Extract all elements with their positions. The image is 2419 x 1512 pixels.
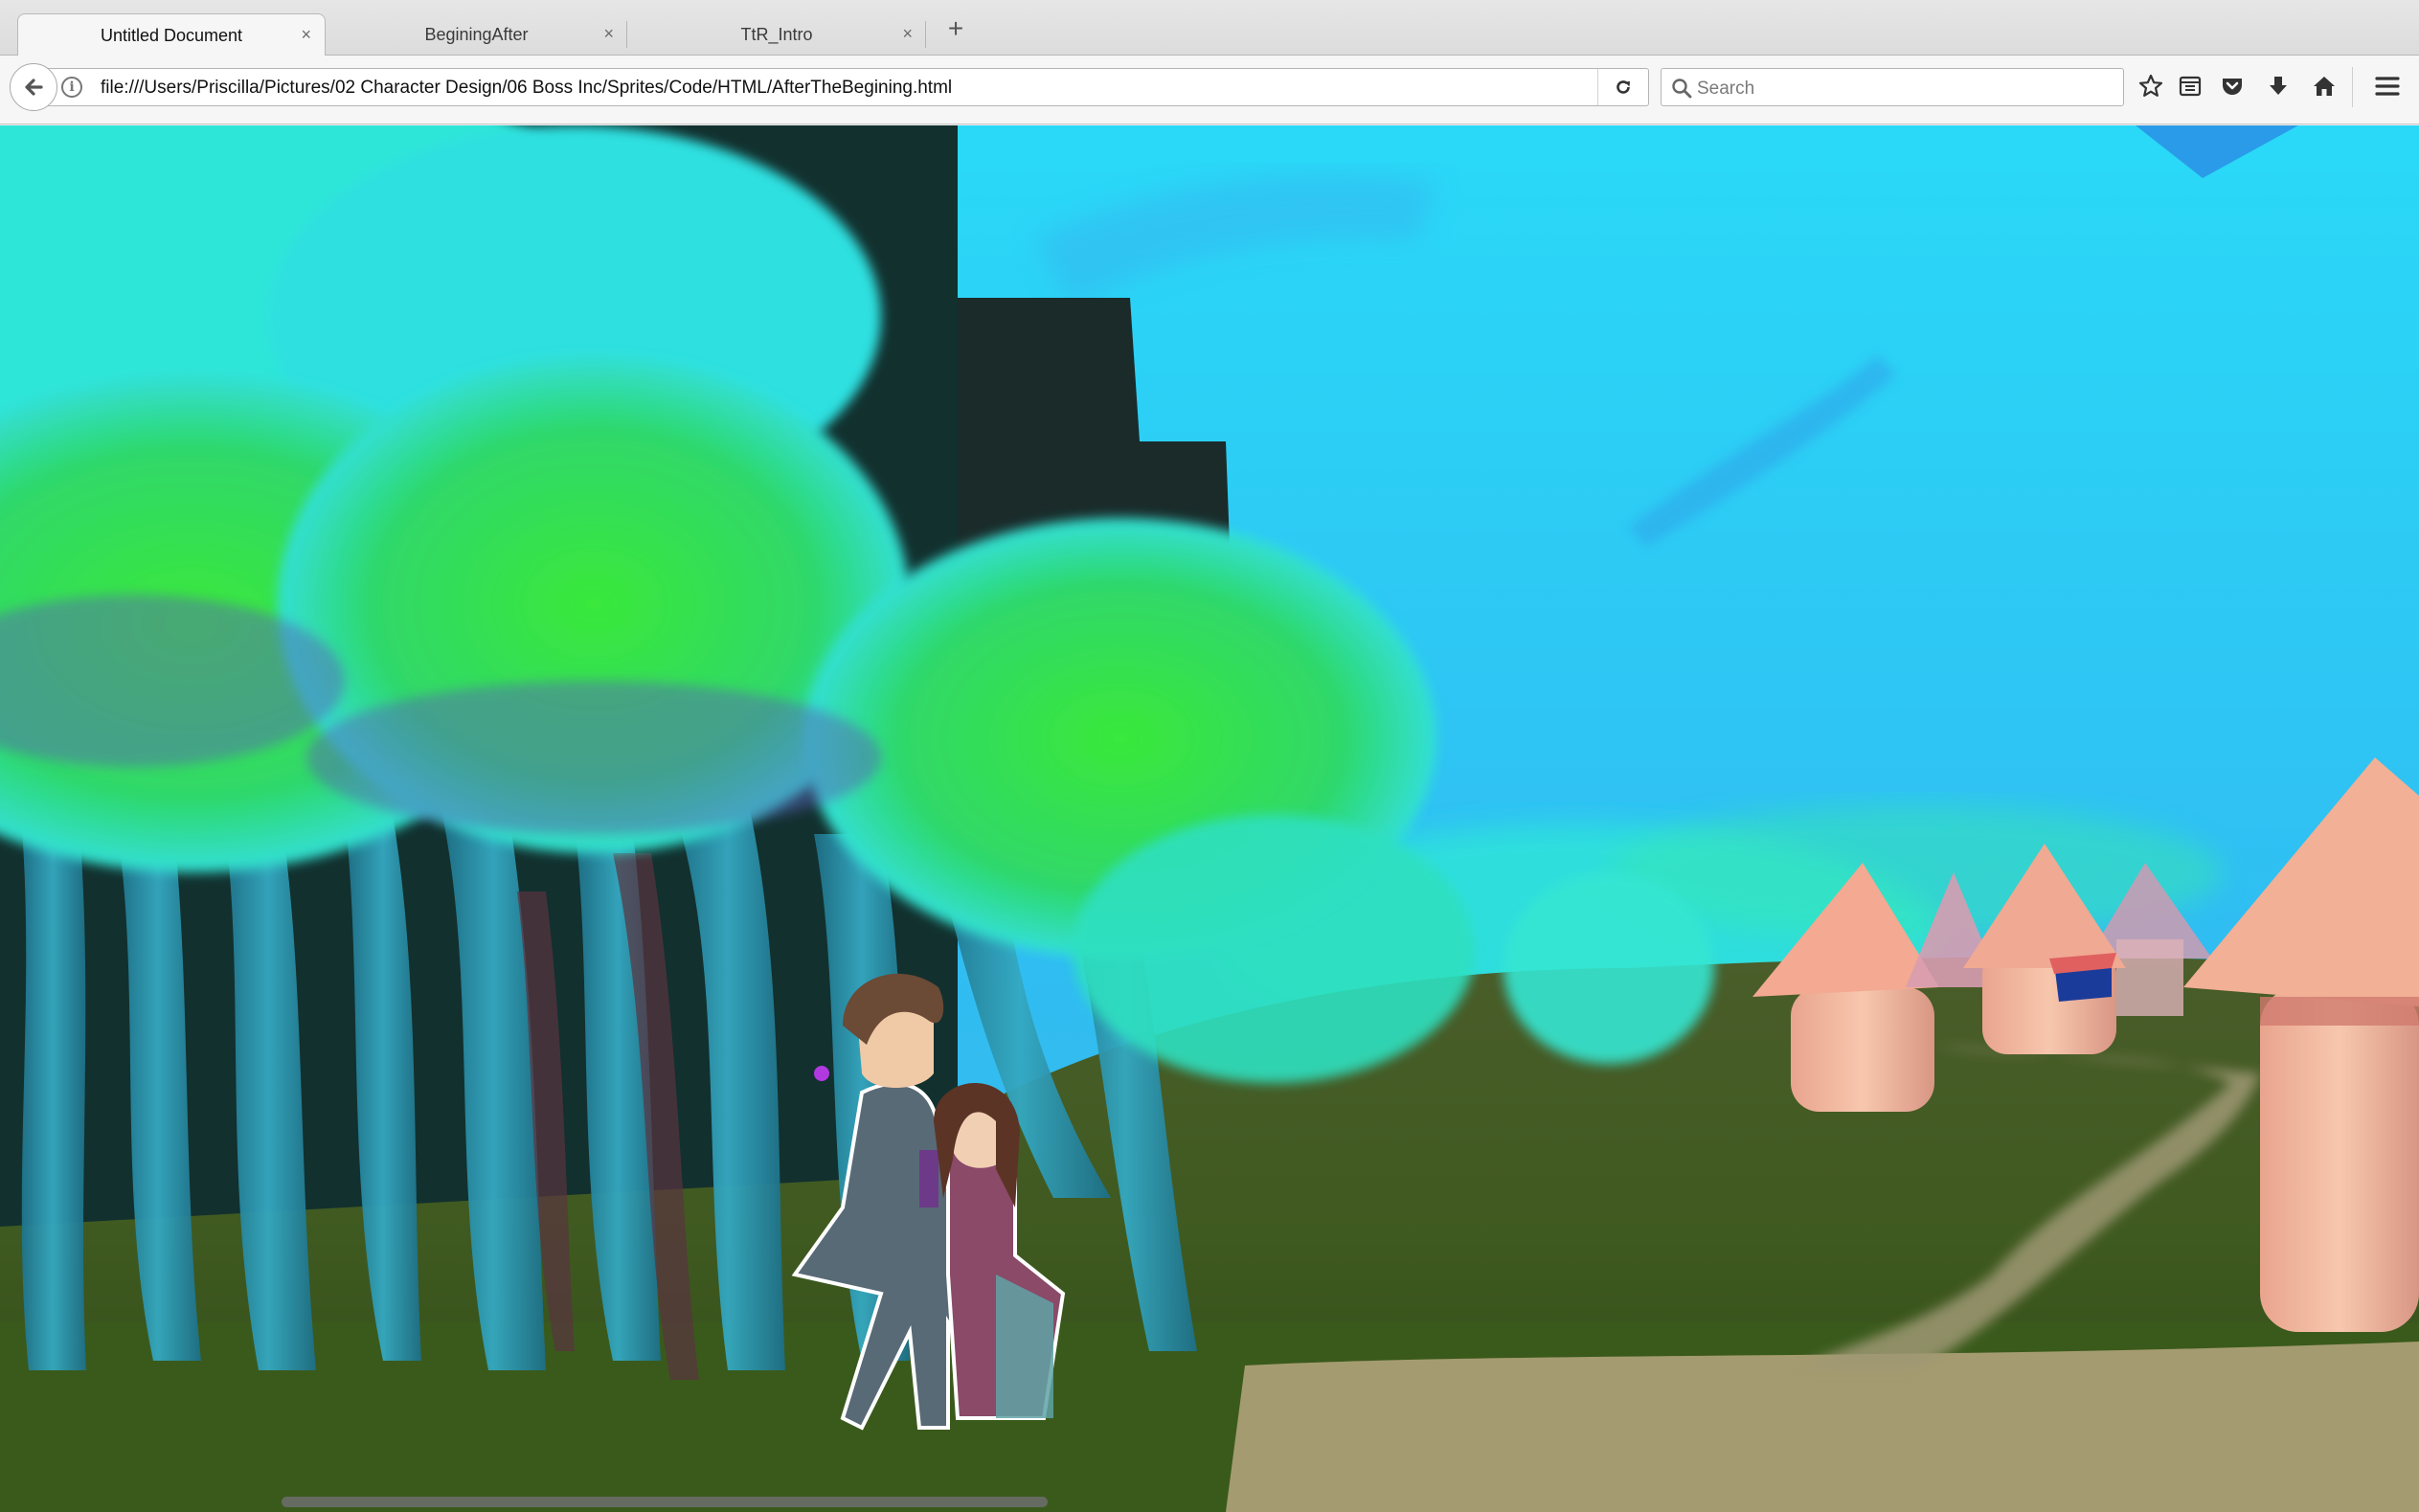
home-button[interactable]: [2310, 72, 2339, 101]
tab-separator: [925, 21, 926, 48]
back-button[interactable]: [10, 63, 57, 111]
new-tab-button[interactable]: +: [944, 15, 967, 42]
tab-title: TtR_Intro: [740, 24, 813, 44]
toolbar-separator: [2352, 67, 2353, 107]
page-viewport[interactable]: [0, 125, 2419, 1512]
reload-button[interactable]: [1597, 69, 1647, 105]
game-scene-illustration[interactable]: [0, 125, 2419, 1512]
menu-icon: [2375, 77, 2400, 96]
bookmark-button[interactable]: [2136, 72, 2165, 101]
tab-title: BeginingAfter: [424, 24, 529, 44]
tab-beginingafter[interactable]: BeginingAfter ×: [326, 13, 627, 56]
horizontal-scrollbar[interactable]: [0, 1487, 2419, 1512]
address-bar[interactable]: i file:///Users/Priscilla/Pictures/02 Ch…: [48, 68, 1649, 106]
url-text[interactable]: file:///Users/Priscilla/Pictures/02 Char…: [101, 78, 952, 99]
reload-icon: [1616, 80, 1630, 94]
tab-title: Untitled Document: [100, 25, 243, 45]
scrollbar-thumb[interactable]: [282, 1497, 1048, 1507]
search-icon: [1672, 79, 1692, 99]
close-tab-icon[interactable]: ×: [902, 25, 913, 42]
reading-list-icon: [2179, 76, 2202, 97]
tab-untitled-document[interactable]: Untitled Document ×: [17, 13, 326, 56]
site-info-icon[interactable]: i: [61, 77, 82, 98]
search-placeholder: Search: [1697, 79, 1755, 99]
download-icon: [2270, 77, 2287, 95]
close-tab-icon[interactable]: ×: [603, 25, 614, 42]
browser-window: Untitled Document × BeginingAfter × TtR_…: [0, 0, 2419, 1512]
reading-list-button[interactable]: [2176, 72, 2204, 101]
search-field[interactable]: Search: [1661, 68, 2124, 106]
close-tab-icon[interactable]: ×: [301, 26, 311, 43]
downloads-button[interactable]: [2264, 72, 2293, 101]
menu-button[interactable]: [2373, 72, 2402, 101]
pocket-icon: [2223, 79, 2242, 95]
tab-strip: Untitled Document × BeginingAfter × TtR_…: [0, 0, 2419, 56]
back-arrow-icon: [25, 79, 43, 96]
navigation-toolbar: i file:///Users/Priscilla/Pictures/02 Ch…: [0, 56, 2419, 124]
bookmark-star-icon: [2138, 74, 2163, 97]
home-icon: [2314, 77, 2335, 96]
tab-ttr-intro[interactable]: TtR_Intro ×: [627, 13, 926, 56]
pocket-button[interactable]: [2218, 72, 2247, 101]
